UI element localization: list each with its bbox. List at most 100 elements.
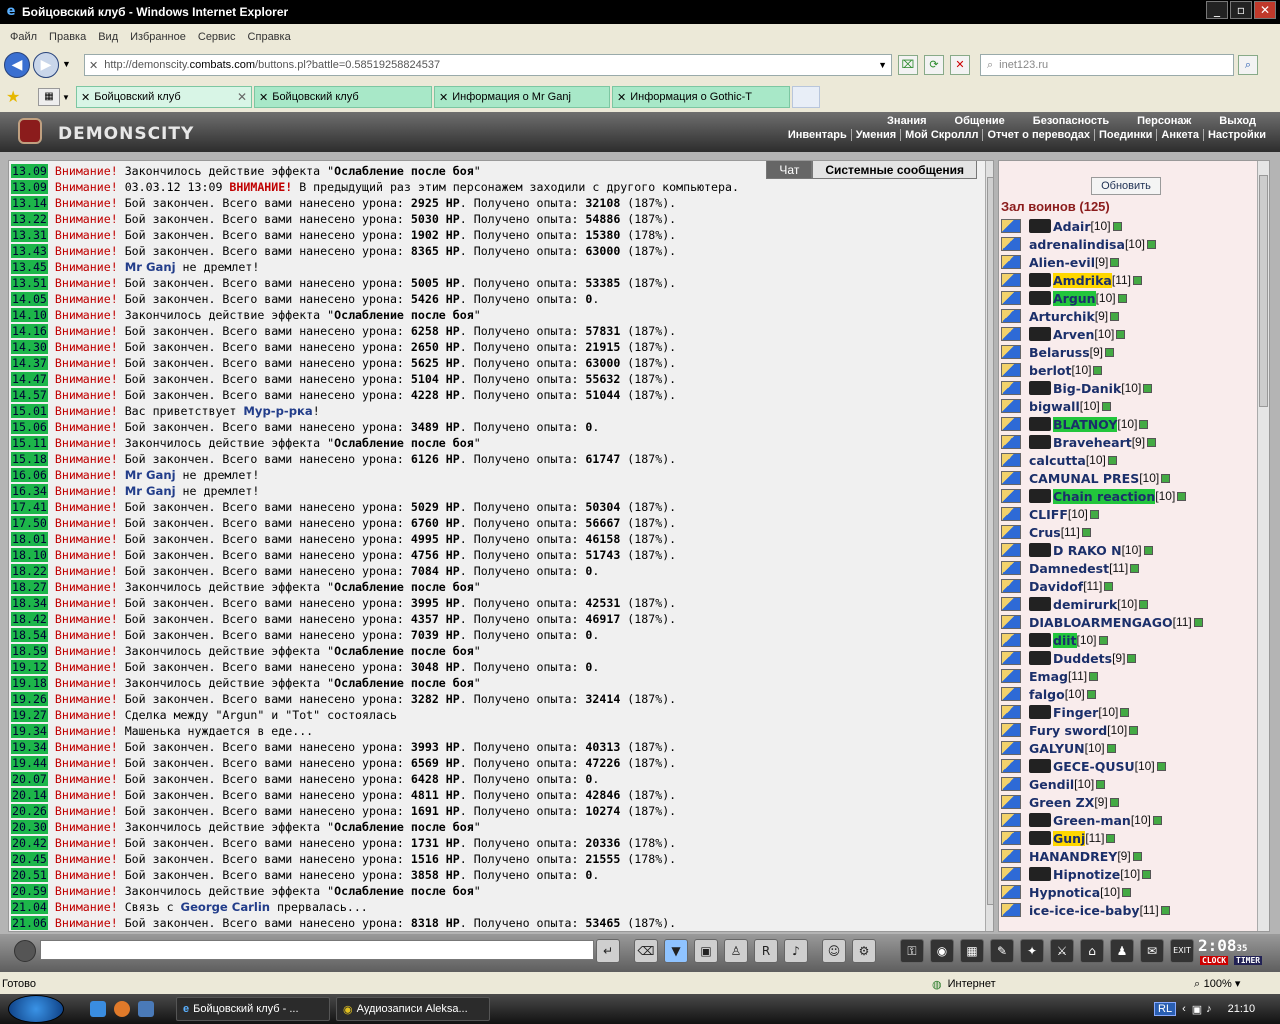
info-icon[interactable] <box>1106 833 1116 843</box>
info-icon[interactable] <box>1127 653 1137 663</box>
user-list-scrollbar[interactable] <box>1257 161 1269 931</box>
user-name[interactable]: Argun <box>1053 290 1096 306</box>
private-message-icon[interactable] <box>1001 471 1021 485</box>
zoom-level[interactable]: ⌕ 100% ▾ <box>1194 977 1240 991</box>
info-icon[interactable] <box>1110 257 1120 267</box>
quick-tabs-icon[interactable]: ▦ <box>38 88 60 106</box>
user-name[interactable]: CLIFF <box>1029 507 1068 522</box>
user-name[interactable]: Crus <box>1029 525 1061 540</box>
lock-icon[interactable]: ⚿ <box>900 939 924 963</box>
close-button[interactable]: ✕ <box>1254 1 1276 19</box>
user-name[interactable]: demirurk <box>1053 597 1117 612</box>
menu-knowledge[interactable]: Знания <box>873 115 940 127</box>
private-message-icon[interactable] <box>1001 831 1021 845</box>
chat-nickname[interactable]: George Carlin <box>181 900 271 914</box>
info-icon[interactable] <box>1089 509 1099 519</box>
private-message-icon[interactable] <box>1001 237 1021 251</box>
info-icon[interactable] <box>1098 635 1108 645</box>
private-message-icon[interactable] <box>1001 687 1021 701</box>
private-message-icon[interactable] <box>1001 327 1021 341</box>
user-name[interactable]: HANANDREY <box>1029 849 1117 864</box>
info-icon[interactable] <box>1160 905 1170 915</box>
private-message-icon[interactable] <box>1001 381 1021 395</box>
stop-icon[interactable]: ✕ <box>950 55 970 75</box>
tab-info-gothic[interactable]: ✕ Информация о Gothic-T <box>612 86 790 108</box>
submenu-fights[interactable]: Поединки <box>1093 129 1156 141</box>
group-icon[interactable]: ♟ <box>1110 939 1134 963</box>
private-message-icon[interactable] <box>1001 453 1021 467</box>
private-message-icon[interactable] <box>1001 309 1021 323</box>
chat-nickname[interactable]: Mr Ganj <box>125 260 176 274</box>
favorites-star-icon[interactable]: ★ <box>6 87 20 106</box>
private-message-icon[interactable] <box>1001 795 1021 809</box>
info-icon[interactable] <box>1143 383 1153 393</box>
info-icon[interactable] <box>1117 293 1127 303</box>
chevron-down-icon[interactable]: ▼ <box>62 59 71 69</box>
address-bar[interactable]: ✕ http://demonscity.combats.com/buttons.… <box>84 54 892 76</box>
private-message-icon[interactable] <box>1001 507 1021 521</box>
info-icon[interactable] <box>1161 473 1171 483</box>
info-icon[interactable] <box>1147 437 1157 447</box>
private-message-icon[interactable] <box>1001 849 1021 863</box>
private-message-icon[interactable] <box>1001 705 1021 719</box>
tab-fightclub-2[interactable]: ✕ Бойцовский клуб <box>254 86 432 108</box>
private-message-icon[interactable] <box>1001 489 1021 503</box>
info-icon[interactable] <box>1106 743 1116 753</box>
user-name[interactable]: Emag <box>1029 669 1068 684</box>
scroll-icon[interactable]: ✎ <box>990 939 1014 963</box>
start-button[interactable] <box>8 995 64 1023</box>
info-icon[interactable] <box>1116 329 1126 339</box>
scroll-thumb[interactable] <box>987 177 993 905</box>
chat-avatar-icon[interactable] <box>14 940 36 962</box>
info-icon[interactable] <box>1146 239 1156 249</box>
menu-help[interactable]: Справка <box>242 31 297 43</box>
taskbar-app-ie[interactable]: e Бойцовский клуб - ... <box>176 997 330 1021</box>
private-message-icon[interactable] <box>1001 597 1021 611</box>
maximize-button[interactable]: ▫ <box>1230 1 1252 19</box>
user-name[interactable]: Belaruss <box>1029 345 1090 360</box>
private-message-icon[interactable] <box>1001 399 1021 413</box>
user-name[interactable]: bigwall <box>1029 399 1080 414</box>
user-name[interactable]: Hypnotica <box>1029 885 1100 900</box>
info-icon[interactable] <box>1122 887 1132 897</box>
user-name[interactable]: Gendil <box>1029 777 1074 792</box>
send-icon[interactable]: ↵ <box>596 939 620 963</box>
back-icon[interactable]: ◀ <box>4 52 30 78</box>
chat-input[interactable] <box>40 940 594 960</box>
user-name[interactable]: Arturchik <box>1029 309 1095 324</box>
address-dropdown-icon[interactable]: ▼ <box>878 60 887 70</box>
menu-security[interactable]: Безопасность <box>1019 115 1123 127</box>
person-icon[interactable]: ♙ <box>724 939 748 963</box>
menu-communication[interactable]: Общение <box>941 115 1019 127</box>
submenu-scroll[interactable]: Мой Скроллл <box>900 129 982 141</box>
info-icon[interactable] <box>1110 311 1120 321</box>
user-name[interactable]: Arven <box>1053 327 1094 342</box>
info-icon[interactable] <box>1081 527 1091 537</box>
message-icon[interactable]: ✉ <box>1140 939 1164 963</box>
user-name[interactable]: CAMUNAL PRES <box>1029 471 1139 486</box>
user-name[interactable]: Adair <box>1053 219 1091 234</box>
private-message-icon[interactable] <box>1001 561 1021 575</box>
tools-icon[interactable]: ✦ <box>1020 939 1044 963</box>
house-icon[interactable]: ⌂ <box>1080 939 1104 963</box>
map-icon[interactable]: ▦ <box>960 939 984 963</box>
firefox-quicklaunch-icon[interactable] <box>114 1001 130 1017</box>
user-name[interactable]: Alien-evil <box>1029 255 1095 270</box>
scroll-thumb[interactable] <box>1259 175 1268 407</box>
filter-icon[interactable]: ▼ <box>664 939 688 963</box>
settings-icon[interactable]: ⚙ <box>852 939 876 963</box>
menu-character[interactable]: Персонаж <box>1123 115 1205 127</box>
private-message-icon[interactable] <box>1001 885 1021 899</box>
submenu-profile[interactable]: Анкета <box>1156 129 1203 141</box>
eraser-icon[interactable]: ⌫ <box>634 939 658 963</box>
private-message-icon[interactable] <box>1001 615 1021 629</box>
private-message-icon[interactable] <box>1001 651 1021 665</box>
private-message-icon[interactable] <box>1001 669 1021 683</box>
private-message-icon[interactable] <box>1001 363 1021 377</box>
info-icon[interactable] <box>1143 545 1153 555</box>
user-name[interactable]: ice-ice-ice-baby <box>1029 903 1140 918</box>
search-input[interactable]: ⌕ inet123.ru <box>980 54 1234 76</box>
info-icon[interactable] <box>1132 275 1142 285</box>
chat-nickname[interactable]: Mr Ganj <box>125 468 176 482</box>
tray-arrow-icon[interactable]: ‹ <box>1182 1003 1186 1015</box>
